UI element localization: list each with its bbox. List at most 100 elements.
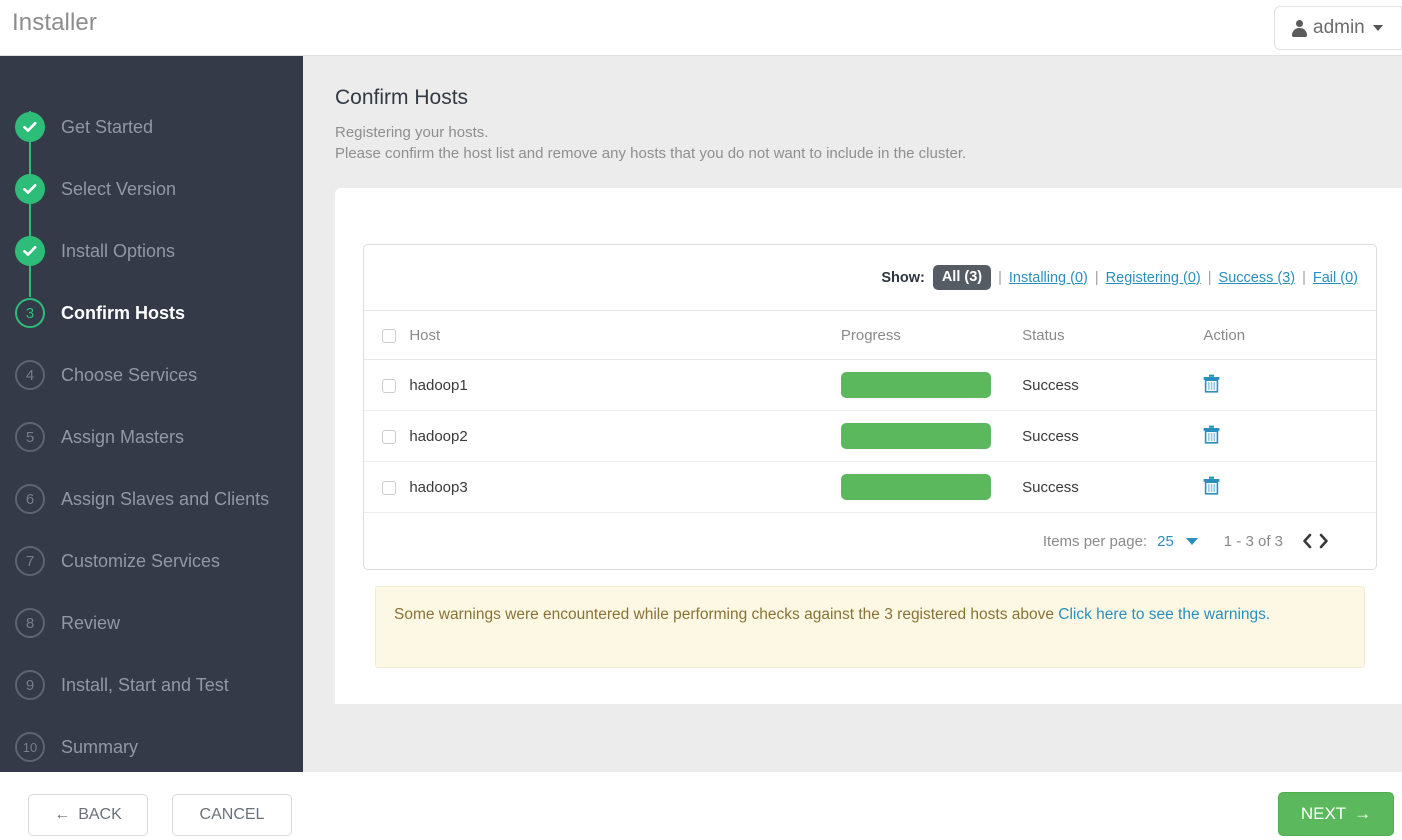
sidebar-step-label: Install Options xyxy=(61,240,176,261)
column-header-progress: Progress xyxy=(840,311,1023,360)
pagination-range: 1 - 3 of 3 xyxy=(1223,532,1283,550)
status-cell: Success xyxy=(1022,359,1204,411)
column-header-status: Status xyxy=(1022,311,1204,360)
progress-bar xyxy=(840,423,991,449)
step-number-badge: 8 xyxy=(15,608,45,638)
sidebar-step-select-version[interactable]: Select Version xyxy=(0,158,303,220)
action-cell xyxy=(1203,410,1376,462)
user-menu-label: admin xyxy=(1313,17,1365,38)
step-number-badge: 7 xyxy=(15,546,45,576)
chevron-left-icon[interactable] xyxy=(1299,532,1315,550)
next-button-label: NEXT xyxy=(1300,804,1347,823)
sidebar-step-install-start-and-test[interactable]: 9 Install, Start and Test xyxy=(0,654,303,716)
sidebar-step-label: Customize Services xyxy=(61,550,221,571)
chevron-down-icon[interactable] xyxy=(1185,537,1198,545)
back-button[interactable]: ← BACK xyxy=(28,794,148,836)
sidebar-step-confirm-hosts[interactable]: 3 Confirm Hosts xyxy=(0,282,303,344)
person-icon xyxy=(1291,19,1307,37)
step-number-badge: 9 xyxy=(15,670,45,700)
filter-separator-2: | xyxy=(1094,269,1099,286)
row-checkbox[interactable] xyxy=(382,429,396,444)
next-button[interactable]: NEXT → xyxy=(1278,792,1394,836)
user-menu-button[interactable]: admin xyxy=(1274,6,1402,50)
filter-fail[interactable]: Fail (0) xyxy=(1313,270,1358,286)
back-arrow-icon: ← xyxy=(54,806,71,823)
show-label: Show: xyxy=(881,269,925,286)
progress-bar xyxy=(840,474,991,500)
trash-icon[interactable] xyxy=(1203,425,1220,448)
column-header-host: Host xyxy=(409,311,841,360)
table-header-row: Host Progress Status Action xyxy=(364,311,1376,360)
trash-icon[interactable] xyxy=(1203,374,1220,397)
sidebar-step-install-options[interactable]: Install Options xyxy=(0,220,303,282)
filter-separator-1: | xyxy=(998,269,1002,286)
progress-bar-fill xyxy=(840,372,991,398)
status-filter-bar: Show: All (3) | Installing (0) | Registe… xyxy=(364,245,1376,311)
step-complete-check-icon xyxy=(15,174,45,204)
app-title: Installer xyxy=(12,9,97,36)
host-name-cell: hadoop1 xyxy=(409,359,841,411)
step-complete-check-icon xyxy=(15,236,45,266)
sidebar-step-label: Assign Masters xyxy=(61,426,185,447)
table-row: hadoop2 Success xyxy=(364,410,1376,462)
select-all-header xyxy=(364,311,410,360)
action-cell xyxy=(1203,461,1376,513)
step-number-badge: 4 xyxy=(15,360,45,390)
row-checkbox[interactable] xyxy=(382,480,396,495)
select-all-checkbox[interactable] xyxy=(382,329,396,344)
sidebar-step-choose-services[interactable]: 4 Choose Services xyxy=(0,344,303,406)
step-complete-check-icon xyxy=(15,112,45,142)
progress-bar-fill xyxy=(840,474,991,500)
sidebar-step-label: Get Started xyxy=(61,116,154,137)
installer-app: Installer admin Get Started Select Versio… xyxy=(0,0,1402,840)
chevron-down-icon xyxy=(1372,25,1383,31)
sidebar-step-review[interactable]: 8 Review xyxy=(0,592,303,654)
cancel-button[interactable]: CANCEL xyxy=(172,794,292,836)
step-number-badge: 6 xyxy=(15,484,45,514)
column-header-action: Action xyxy=(1203,311,1376,360)
chevron-right-icon[interactable] xyxy=(1316,532,1332,550)
step-number-badge: 3 xyxy=(15,298,45,328)
step-list: Get Started Select Version Install Options… xyxy=(0,56,303,772)
table-row: hadoop3 Success xyxy=(364,461,1376,513)
progress-bar xyxy=(840,372,991,398)
status-cell: Success xyxy=(1022,410,1204,462)
pagination-arrows xyxy=(1299,532,1332,550)
table-row: hadoop1 Success xyxy=(364,359,1376,411)
warning-text: Some warnings were encountered while per… xyxy=(394,606,1059,623)
sidebar-step-customize-services[interactable]: 7 Customize Services xyxy=(0,530,303,592)
sidebar-step-label: Select Version xyxy=(61,178,177,199)
sidebar-step-assign-slaves-and-clients[interactable]: 6 Assign Slaves and Clients xyxy=(0,468,303,530)
warning-link[interactable]: Click here to see the warnings. xyxy=(1058,606,1270,623)
footer-bar: ← BACK CANCEL NEXT → xyxy=(0,772,1402,840)
main-content: Confirm Hosts Registering your hosts. Pl… xyxy=(303,56,1402,772)
next-arrow-icon: → xyxy=(1354,804,1372,823)
progress-cell xyxy=(840,410,1023,462)
step-number-badge: 5 xyxy=(15,422,45,452)
sidebar-step-assign-masters[interactable]: 5 Assign Masters xyxy=(0,406,303,468)
action-cell xyxy=(1203,359,1376,411)
filter-registering[interactable]: Registering (0) xyxy=(1106,270,1201,286)
sidebar-step-label: Summary xyxy=(61,736,139,757)
row-checkbox[interactable] xyxy=(382,378,396,393)
filter-separator-3: | xyxy=(1207,269,1212,286)
host-name-cell: hadoop3 xyxy=(409,461,841,513)
hosts-table: Host Progress Status Action hadoop1 Succe… xyxy=(364,311,1376,513)
items-per-page-value[interactable]: 25 xyxy=(1157,533,1174,550)
warning-banner: Some warnings were encountered while per… xyxy=(375,586,1365,668)
pagination-bar: Items per page: 25 1 - 3 of 3 xyxy=(364,513,1376,569)
hosts-table-body: hadoop1 Success hadoop2 Success hadoop3 Succe… xyxy=(364,359,1376,513)
hosts-panel: Show: All (3) | Installing (0) | Registe… xyxy=(363,244,1377,570)
top-bar: Installer admin xyxy=(0,0,1402,56)
filter-installing[interactable]: Installing (0) xyxy=(1009,270,1088,286)
sidebar-step-label: Assign Slaves and Clients xyxy=(61,488,270,509)
trash-icon[interactable] xyxy=(1203,476,1220,499)
cancel-button-label: CANCEL xyxy=(199,806,265,823)
sidebar-step-summary[interactable]: 10 Summary xyxy=(0,716,303,772)
filter-all[interactable]: All (3) xyxy=(932,265,992,290)
status-cell: Success xyxy=(1022,461,1204,513)
filter-separator-4: | xyxy=(1302,269,1306,286)
sidebar-step-get-started[interactable]: Get Started xyxy=(0,96,303,158)
filter-success[interactable]: Success (3) xyxy=(1219,270,1296,286)
sidebar-step-label: Confirm Hosts xyxy=(61,302,186,323)
